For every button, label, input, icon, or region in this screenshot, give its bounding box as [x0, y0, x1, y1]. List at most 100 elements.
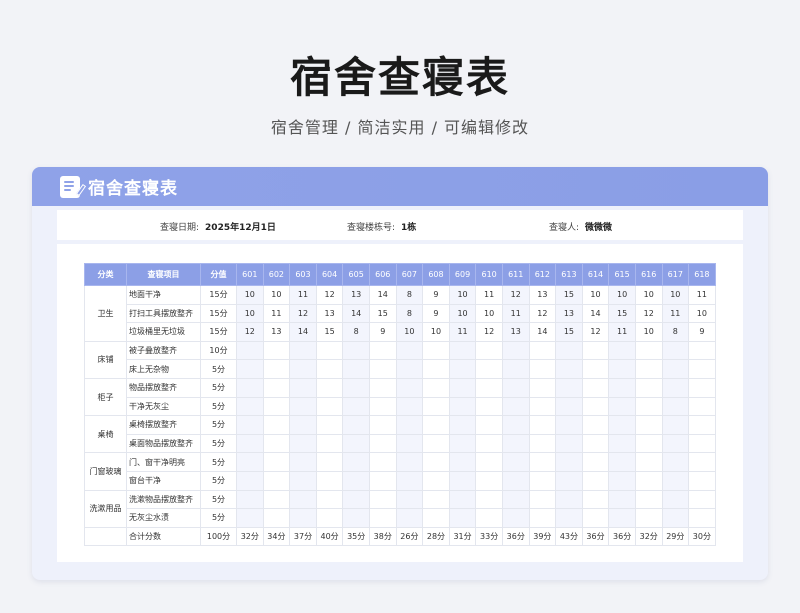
room-score-cell[interactable] [342, 359, 370, 379]
room-score-cell[interactable] [236, 396, 264, 417]
room-score-cell[interactable] [315, 452, 344, 472]
room-score-cell[interactable] [289, 433, 317, 454]
room-score-cell[interactable] [368, 452, 397, 472]
room-score-cell[interactable]: 15 [608, 303, 636, 324]
room-score-cell[interactable] [262, 359, 291, 379]
room-score-cell[interactable] [475, 415, 503, 435]
room-score-cell[interactable] [289, 377, 317, 398]
room-score-cell[interactable] [342, 433, 370, 454]
room-score-cell[interactable] [608, 359, 636, 379]
room-score-cell[interactable] [475, 433, 503, 454]
room-score-cell[interactable] [661, 377, 690, 398]
room-score-cell[interactable] [555, 470, 583, 491]
room-score-cell[interactable] [262, 340, 291, 361]
room-score-cell[interactable]: 12 [528, 303, 557, 324]
room-score-cell[interactable] [368, 415, 397, 435]
room-score-cell[interactable] [368, 489, 397, 510]
room-score-cell[interactable] [395, 470, 424, 491]
room-score-cell[interactable] [501, 340, 530, 361]
room-score-cell[interactable] [688, 415, 716, 435]
room-score-cell[interactable] [555, 377, 583, 398]
room-score-cell[interactable] [608, 508, 636, 528]
room-score-cell[interactable]: 14 [289, 322, 317, 342]
room-score-cell[interactable] [315, 396, 344, 417]
room-score-cell[interactable] [581, 396, 610, 417]
room-score-cell[interactable] [315, 489, 344, 510]
room-score-cell[interactable] [661, 508, 690, 528]
room-score-cell[interactable] [422, 340, 450, 361]
room-score-cell[interactable] [555, 452, 583, 472]
room-score-cell[interactable] [501, 433, 530, 454]
room-score-cell[interactable] [555, 359, 583, 379]
room-score-cell[interactable]: 8 [342, 322, 370, 342]
room-score-cell[interactable] [342, 415, 370, 435]
room-score-cell[interactable] [555, 508, 583, 528]
room-score-cell[interactable] [475, 489, 503, 510]
room-score-cell[interactable] [289, 508, 317, 528]
room-score-cell[interactable] [422, 377, 450, 398]
room-score-cell[interactable] [661, 415, 690, 435]
room-score-cell[interactable]: 10 [661, 285, 690, 305]
room-score-cell[interactable]: 9 [422, 303, 450, 324]
room-score-cell[interactable] [555, 489, 583, 510]
room-score-cell[interactable] [528, 489, 557, 510]
room-score-cell[interactable]: 11 [661, 303, 690, 324]
room-score-cell[interactable]: 13 [528, 285, 557, 305]
room-score-cell[interactable]: 12 [581, 322, 610, 342]
room-score-cell[interactable] [422, 452, 450, 472]
room-score-cell[interactable] [528, 340, 557, 361]
room-score-cell[interactable] [368, 359, 397, 379]
room-score-cell[interactable]: 8 [395, 303, 424, 324]
room-score-cell[interactable] [475, 340, 503, 361]
room-score-cell[interactable] [634, 489, 663, 510]
room-score-cell[interactable] [395, 340, 424, 361]
room-score-cell[interactable] [289, 489, 317, 510]
room-score-cell[interactable]: 8 [395, 285, 424, 305]
room-score-cell[interactable] [608, 470, 636, 491]
room-score-cell[interactable] [236, 508, 264, 528]
room-score-cell[interactable] [475, 508, 503, 528]
room-score-cell[interactable] [236, 452, 264, 472]
inspector-value[interactable]: 微微微 [585, 223, 612, 233]
room-score-cell[interactable]: 11 [501, 303, 530, 324]
room-score-cell[interactable]: 15 [555, 285, 583, 305]
room-score-cell[interactable] [501, 470, 530, 491]
room-score-cell[interactable] [688, 508, 716, 528]
room-score-cell[interactable] [688, 433, 716, 454]
room-score-cell[interactable]: 15 [555, 322, 583, 342]
room-score-cell[interactable] [422, 396, 450, 417]
room-score-cell[interactable] [236, 377, 264, 398]
room-score-cell[interactable] [315, 415, 344, 435]
room-score-cell[interactable]: 15 [315, 322, 344, 342]
room-score-cell[interactable] [315, 359, 344, 379]
room-score-cell[interactable]: 10 [448, 303, 477, 324]
room-score-cell[interactable] [608, 415, 636, 435]
room-score-cell[interactable] [688, 340, 716, 361]
room-score-cell[interactable] [448, 433, 477, 454]
room-score-cell[interactable] [501, 415, 530, 435]
room-score-cell[interactable] [315, 433, 344, 454]
room-score-cell[interactable] [688, 470, 716, 491]
room-score-cell[interactable] [262, 377, 291, 398]
room-score-cell[interactable] [342, 377, 370, 398]
room-score-cell[interactable] [634, 396, 663, 417]
room-score-cell[interactable]: 11 [448, 322, 477, 342]
room-score-cell[interactable]: 15 [368, 303, 397, 324]
room-score-cell[interactable] [661, 359, 690, 379]
room-score-cell[interactable]: 11 [289, 285, 317, 305]
room-score-cell[interactable] [448, 377, 477, 398]
room-score-cell[interactable] [528, 415, 557, 435]
room-score-cell[interactable]: 14 [528, 322, 557, 342]
room-score-cell[interactable] [634, 377, 663, 398]
room-score-cell[interactable] [395, 415, 424, 435]
room-score-cell[interactable] [395, 396, 424, 417]
room-score-cell[interactable] [395, 489, 424, 510]
room-score-cell[interactable] [342, 396, 370, 417]
room-score-cell[interactable]: 10 [236, 303, 264, 324]
room-score-cell[interactable]: 14 [342, 303, 370, 324]
room-score-cell[interactable] [634, 415, 663, 435]
room-score-cell[interactable] [501, 359, 530, 379]
room-score-cell[interactable]: 11 [688, 285, 716, 305]
room-score-cell[interactable] [501, 396, 530, 417]
room-score-cell[interactable] [608, 396, 636, 417]
